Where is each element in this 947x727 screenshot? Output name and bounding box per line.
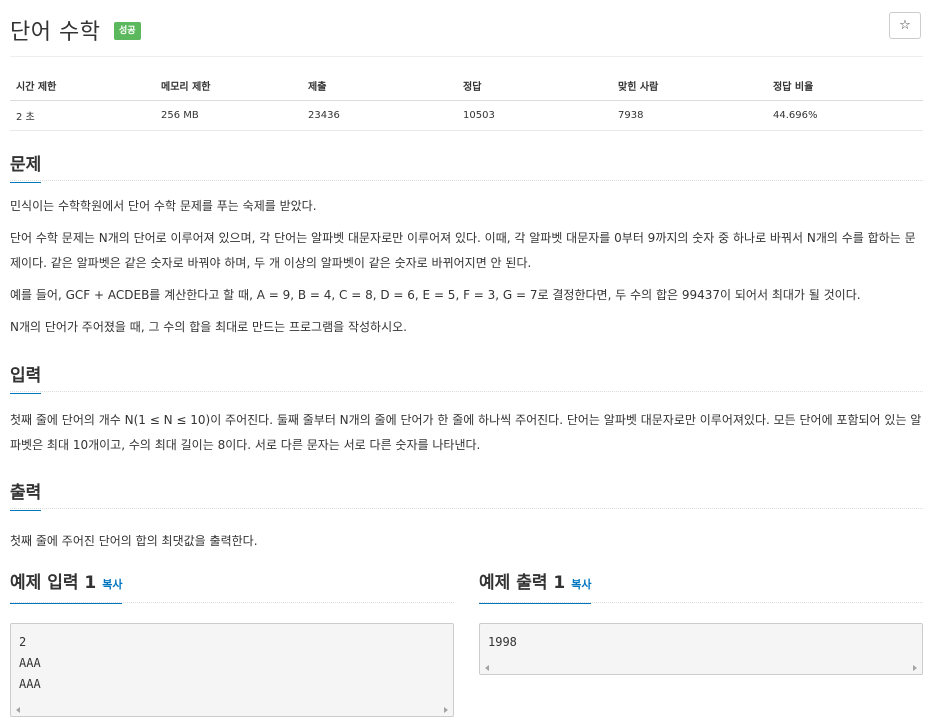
input-section-title: 입력 (10, 366, 42, 394)
input-section: 입력 첫째 줄에 단어의 개수 N(1 ≤ N ≤ 10)이 주어진다. 둘째 … (10, 362, 923, 458)
sample-input-title: 예제 입력 1 복사 (10, 573, 123, 604)
sample-output-header: 예제 출력 1 복사 (479, 569, 923, 604)
sample-input-box[interactable]: 2 AAA AAA (10, 623, 454, 717)
problem-section-header: 문제 (10, 151, 923, 183)
info-header-ratio: 정답 비율 (767, 72, 923, 101)
star-icon: ☆ (899, 18, 911, 33)
problem-title: 단어 수학 (10, 20, 101, 45)
problem-paragraph: 예를 들어, GCF + ACDEB를 계산한다고 할 때, A = 9, B … (10, 288, 861, 302)
sample-input-scrollbar[interactable] (11, 704, 453, 716)
input-section-header: 입력 (10, 362, 923, 394)
info-submissions: 23436 (302, 100, 457, 131)
output-section-header: 출력 (10, 479, 923, 511)
sample-input-content: 2 AAA AAA (19, 635, 41, 691)
problem-page: 단어 수학 성공 ☆ 시간 제한 메모리 제한 제출 정답 맞힌 사람 정답 비… (0, 0, 947, 727)
scroll-left-icon[interactable] (485, 665, 489, 671)
info-header-accepted: 정답 (457, 72, 612, 101)
favorite-button[interactable]: ☆ (889, 12, 921, 39)
info-header-row: 시간 제한 메모리 제한 제출 정답 맞힌 사람 정답 비율 (10, 72, 923, 101)
problem-info-table: 시간 제한 메모리 제한 제출 정답 맞힌 사람 정답 비율 2 초 256 M… (10, 72, 923, 131)
sample-input-header: 예제 입력 1 복사 (10, 569, 454, 604)
info-header-submissions: 제출 (302, 72, 457, 101)
problem-paragraph: 민식이는 수학학원에서 단어 수학 문제를 푸는 숙제를 받았다. (10, 199, 317, 213)
problem-section: 문제 민식이는 수학학원에서 단어 수학 문제를 푸는 숙제를 받았다. 단어 … (10, 151, 923, 340)
problem-description: 민식이는 수학학원에서 단어 수학 문제를 푸는 숙제를 받았다. 단어 수학 … (10, 194, 923, 340)
sample-output-section: 예제 출력 1 복사 1998 (479, 569, 923, 675)
scroll-left-icon[interactable] (16, 707, 20, 713)
info-accepted: 10503 (457, 100, 612, 131)
problem-paragraph: 단어 수학 문제는 N개의 단어로 이루어져 있으며, 각 단어는 알파벳 대문… (10, 231, 916, 270)
output-section-title: 출력 (10, 483, 42, 511)
input-description: 첫째 줄에 단어의 개수 N(1 ≤ N ≤ 10)이 주어진다. 둘째 줄부터… (10, 413, 922, 452)
copy-sample-output-link[interactable]: 복사 (571, 578, 591, 591)
info-header-solved-users: 맞힌 사람 (612, 72, 767, 101)
sample-output-scrollbar[interactable] (480, 662, 922, 674)
info-memory-limit: 256 MB (155, 100, 302, 131)
info-time-limit: 2 초 (10, 100, 155, 131)
sample-input-title-text: 예제 입력 1 (10, 573, 97, 593)
scroll-right-icon[interactable] (444, 707, 448, 713)
scroll-right-icon[interactable] (913, 665, 917, 671)
output-section: 출력 첫째 줄에 주어진 단어의 합의 최댓값을 출력한다. (10, 479, 923, 554)
info-value-row: 2 초 256 MB 23436 10503 7938 44.696% (10, 100, 923, 131)
status-badge: 성공 (114, 22, 141, 40)
sample-output-title: 예제 출력 1 복사 (479, 573, 592, 604)
sample-output-box[interactable]: 1998 (479, 623, 923, 675)
info-header-time-limit: 시간 제한 (10, 72, 155, 101)
info-header-memory-limit: 메모리 제한 (155, 72, 302, 101)
problem-paragraph: N개의 단어가 주어졌을 때, 그 수의 합을 최대로 만드는 프로그램을 작성… (10, 320, 407, 334)
output-description: 첫째 줄에 주어진 단어의 합의 최댓값을 출력한다. (10, 534, 258, 548)
sample-input-section: 예제 입력 1 복사 2 AAA AAA (10, 569, 454, 717)
title-row: 단어 수학 성공 ☆ (10, 0, 923, 57)
sample-output-content: 1998 (488, 635, 517, 649)
copy-sample-input-link[interactable]: 복사 (102, 578, 122, 591)
sample-output-title-text: 예제 출력 1 (479, 573, 566, 593)
problem-section-title: 문제 (10, 155, 42, 183)
info-ratio: 44.696% (767, 100, 923, 131)
info-solved-users: 7938 (612, 100, 767, 131)
